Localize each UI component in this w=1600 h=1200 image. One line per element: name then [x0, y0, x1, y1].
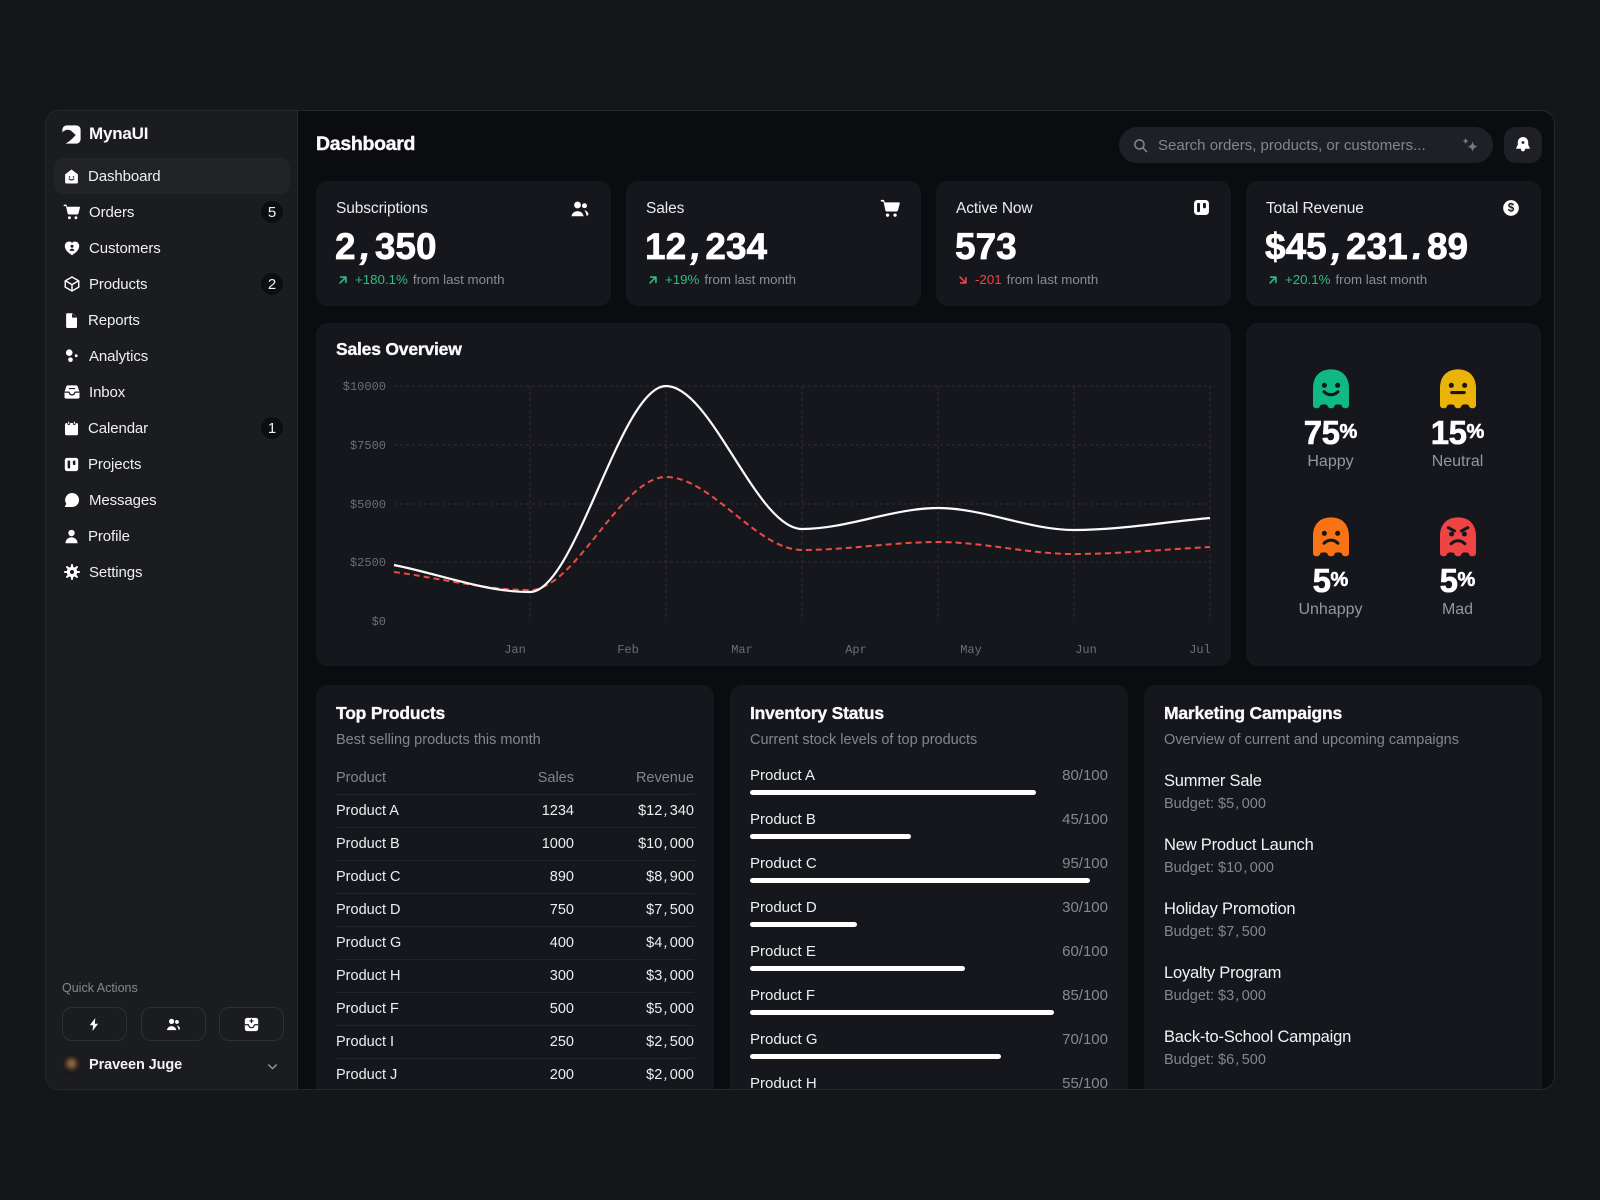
svg-text:Jun: Jun	[1075, 643, 1097, 657]
svg-text:Apr: Apr	[845, 643, 867, 657]
svg-text:$7500: $7500	[350, 439, 386, 453]
svg-text:May: May	[960, 643, 982, 657]
svg-text:$5000: $5000	[350, 498, 386, 512]
svg-text:$10000: $10000	[343, 380, 386, 394]
svg-text:Jan: Jan	[504, 643, 526, 657]
svg-text:Feb: Feb	[617, 643, 639, 657]
svg-text:$: $	[1508, 202, 1515, 215]
svg-text:Mar: Mar	[731, 643, 753, 657]
svg-text:$2500: $2500	[350, 556, 386, 570]
svg-text:Jul: Jul	[1189, 643, 1211, 657]
svg-text:$0: $0	[372, 615, 386, 629]
